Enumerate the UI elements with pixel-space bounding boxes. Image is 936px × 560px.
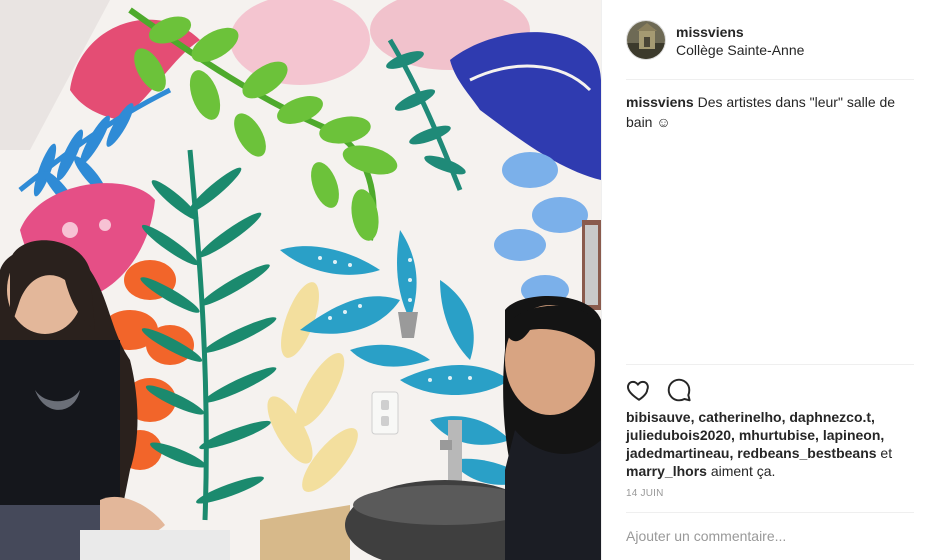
avatar[interactable] <box>626 20 666 60</box>
likers-list[interactable]: bibisauve, catherinelho, daphnezco.t, ju… <box>626 409 884 461</box>
comment-input[interactable] <box>626 525 914 547</box>
comment-icon[interactable] <box>666 377 692 403</box>
author-username[interactable]: missviens <box>676 24 744 40</box>
last-liker[interactable]: marry_lhors <box>626 463 707 479</box>
mural-photo-illustration <box>0 0 601 560</box>
heart-icon[interactable] <box>626 377 652 403</box>
caption-username[interactable]: missviens <box>626 94 694 110</box>
post-photo[interactable] <box>0 0 601 560</box>
comment-box <box>626 512 914 560</box>
post-sidebar: missviens Collège Sainte-Anne missviens … <box>601 0 936 560</box>
likes-suffix: aiment ça. <box>706 463 776 479</box>
avatar-image <box>627 21 665 59</box>
likes-connector: et <box>876 445 893 461</box>
post-actions <box>626 364 914 408</box>
likes-summary: bibisauve, catherinelho, daphnezco.t, ju… <box>626 408 918 480</box>
post-header: missviens Collège Sainte-Anne <box>626 20 914 80</box>
post-caption: missviens Des artistes dans "leur" salle… <box>626 92 918 132</box>
post-date[interactable]: 14 JUIN <box>626 488 664 499</box>
post-location[interactable]: Collège Sainte-Anne <box>676 42 804 58</box>
